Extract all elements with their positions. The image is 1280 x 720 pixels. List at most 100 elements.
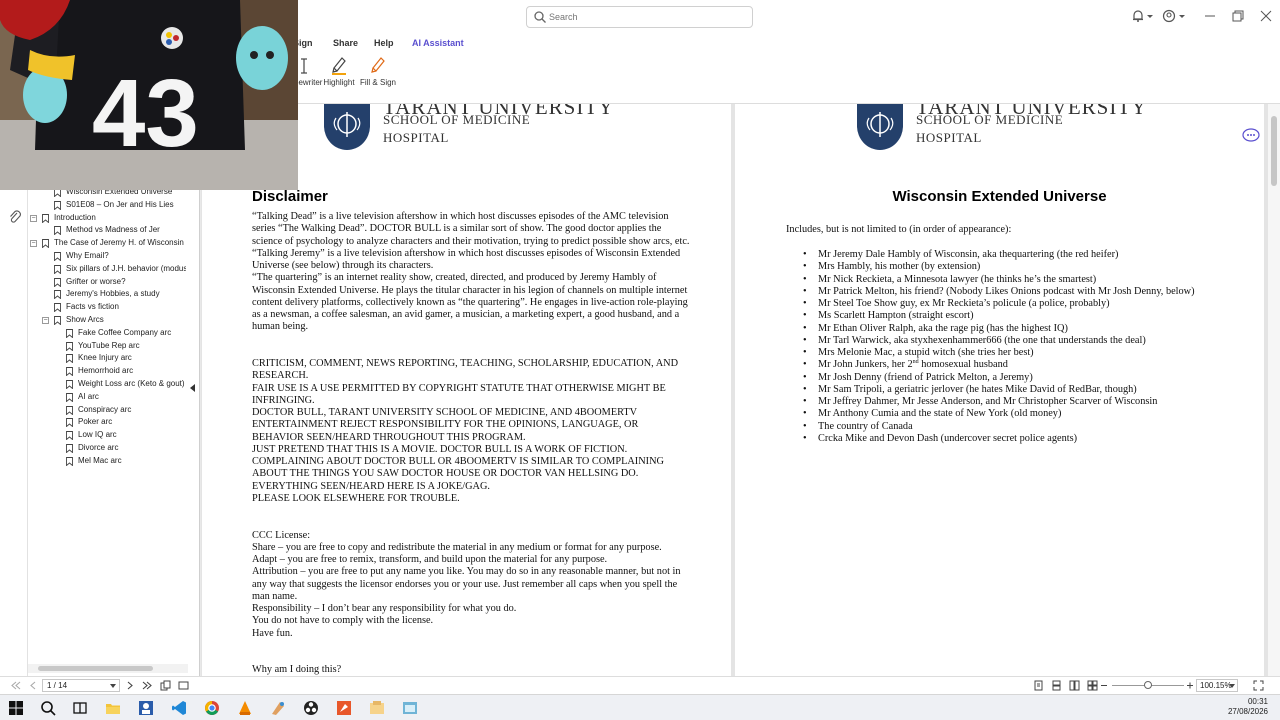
next-page-icon[interactable]	[124, 680, 135, 691]
bookmark-item[interactable]: S01E08 – On Jer and His Lies	[28, 199, 188, 212]
facing-view-icon[interactable]	[1069, 680, 1080, 691]
photo-viewer-icon[interactable]	[369, 700, 385, 716]
file-explorer-icon[interactable]	[105, 700, 121, 716]
page-title: Wisconsin Extended Universe	[892, 188, 1107, 205]
people-app-icon[interactable]	[138, 700, 154, 716]
tree-collapse-toggle[interactable]: −	[30, 240, 37, 248]
continuous-facing-view-icon[interactable]	[1087, 680, 1098, 691]
bookmark-label: YouTube Rep arc	[78, 340, 140, 350]
zoom-slider[interactable]	[1112, 681, 1184, 689]
obs-icon[interactable]	[303, 700, 319, 716]
bookmark-item[interactable]: Method vs Madness of Jer	[28, 224, 188, 237]
attachment-paperclip-icon[interactable]	[8, 210, 22, 224]
bookmark-label: Fake Coffee Company arc	[78, 327, 172, 337]
scroll-thumb[interactable]	[1271, 116, 1277, 186]
menu-help[interactable]: Help	[374, 38, 394, 48]
zoom-slider-knob[interactable]	[1144, 681, 1152, 689]
vscode-icon[interactable]	[171, 700, 187, 716]
bookmark-icon	[54, 252, 61, 261]
paint-icon[interactable]	[270, 700, 286, 716]
account-icon[interactable]	[1162, 9, 1176, 23]
scroll-thumb[interactable]	[38, 666, 153, 671]
bookmark-item[interactable]: Low IQ arc	[28, 429, 188, 442]
bookmark-item[interactable]: Jeremy's Hobbies, a study	[28, 288, 188, 301]
tree-collapse-toggle[interactable]: −	[42, 316, 49, 324]
paragraph: CCC License:	[252, 529, 311, 541]
windows-start-icon[interactable]	[8, 700, 24, 716]
chevron-down-icon[interactable]	[1229, 683, 1235, 689]
list-item: Mr Sam Tripoli, a geriatric jerlover (he…	[803, 384, 1243, 397]
menu-ai-assistant[interactable]: AI Assistant	[412, 38, 464, 48]
medical-shield-logo-icon	[857, 104, 903, 150]
close-icon[interactable]	[1259, 9, 1273, 23]
single-page-view-icon[interactable]	[1033, 680, 1044, 691]
panel-horizontal-scrollbar[interactable]	[28, 664, 188, 673]
prev-page-icon[interactable]	[28, 680, 39, 691]
bookmark-item[interactable]: − Show Arcs	[28, 314, 188, 327]
list-intro: Includes, but is not limited to (in orde…	[786, 224, 1012, 235]
bookmark-label: Facts vs fiction	[66, 302, 119, 312]
zoom-in-icon[interactable]	[1186, 680, 1194, 691]
ai-assistant-bubble-icon[interactable]	[1242, 127, 1260, 143]
school-name: SCHOOL OF MEDICINE	[916, 112, 1064, 127]
snapshot-icon[interactable]	[178, 680, 189, 691]
zoom-out-icon[interactable]	[1100, 680, 1108, 691]
search-icon[interactable]	[40, 700, 56, 716]
bookmark-icon	[66, 431, 73, 441]
bookmark-item[interactable]: Knee Injury arc	[28, 352, 188, 365]
pdf-editor-icon[interactable]	[336, 700, 352, 716]
fill-sign-label: Fill & Sign	[359, 78, 396, 87]
chevron-down-icon[interactable]	[1178, 9, 1186, 23]
system-clock[interactable]: 00:31 27/08/2026	[1228, 697, 1268, 717]
chevron-down-icon[interactable]	[110, 683, 116, 689]
bookmark-icon	[54, 316, 61, 325]
bookmark-item[interactable]: − The Case of Jeremy H. of Wisconsin	[28, 237, 188, 250]
page-number-field[interactable]: 1 / 14	[42, 679, 120, 692]
bookmark-item[interactable]: Why Email?	[28, 250, 188, 263]
collapse-panel-arrow-icon[interactable]	[190, 384, 196, 392]
bookmark-item[interactable]: Mel Mac arc	[28, 455, 188, 468]
bookmark-item[interactable]: Grifter or worse?	[28, 276, 188, 289]
chevron-down-icon[interactable]	[1146, 9, 1154, 23]
tree-collapse-toggle[interactable]: −	[30, 214, 37, 222]
vlc-icon[interactable]	[237, 700, 253, 716]
bookmark-item[interactable]: Divorce arc	[28, 442, 188, 455]
bookmark-item[interactable]: Six pillars of J.H. behavior (modus oper…	[28, 263, 188, 276]
document-vertical-scrollbar[interactable]	[1268, 104, 1280, 676]
app-window-icon[interactable]	[402, 700, 418, 716]
bookmark-item[interactable]: Hemorrhoid arc	[28, 365, 188, 378]
first-page-icon[interactable]	[10, 680, 21, 691]
minimize-icon[interactable]	[1203, 9, 1217, 23]
bookmark-item[interactable]: − Introduction	[28, 212, 188, 225]
bookmark-icon	[42, 239, 49, 249]
menu-share[interactable]: Share	[333, 38, 358, 48]
continuous-view-icon[interactable]	[1051, 680, 1062, 691]
last-page-icon[interactable]	[142, 680, 153, 691]
bookmark-item[interactable]: Facts vs fiction	[28, 301, 188, 314]
zoom-level-field[interactable]: 100.15%	[1196, 679, 1238, 692]
bookmark-icon	[54, 264, 61, 274]
document-view[interactable]: TARANT UNIVERSITY SCHOOL OF MEDICINE HOS…	[201, 104, 1268, 676]
search-box[interactable]	[526, 6, 753, 28]
highlight-button[interactable]: Highlight	[319, 55, 359, 87]
bookmark-item[interactable]: Poker arc	[28, 416, 188, 429]
notifications-bell-icon[interactable]	[1131, 9, 1145, 23]
search-input[interactable]	[549, 9, 744, 25]
pen-sign-icon	[371, 57, 385, 73]
paragraph: CRITICISM, COMMENT, NEWS REPORTING, TEAC…	[252, 358, 679, 382]
letterhead-logo: TARANT UNIVERSITY SCHOOL OF MEDICINE HOS…	[322, 104, 622, 152]
bookmark-item[interactable]: Weight Loss arc (Keto & gout)	[28, 378, 188, 391]
bookmark-item[interactable]: YouTube Rep arc	[28, 340, 188, 353]
fullscreen-icon[interactable]	[1253, 680, 1264, 691]
fill-sign-button[interactable]: Fill & Sign	[358, 55, 398, 87]
copy-page-icon[interactable]	[160, 680, 171, 691]
chrome-icon[interactable]	[204, 700, 220, 716]
bookmark-item[interactable]: AI arc	[28, 391, 188, 404]
restore-icon[interactable]	[1231, 9, 1245, 23]
bookmark-icon	[54, 200, 61, 210]
bookmark-item[interactable]: Conspiracy arc	[28, 404, 188, 417]
bookmark-icon	[66, 418, 73, 428]
bookmark-item[interactable]: Fake Coffee Company arc	[28, 327, 188, 340]
bookmark-icon	[66, 367, 73, 377]
task-view-icon[interactable]	[72, 700, 88, 716]
